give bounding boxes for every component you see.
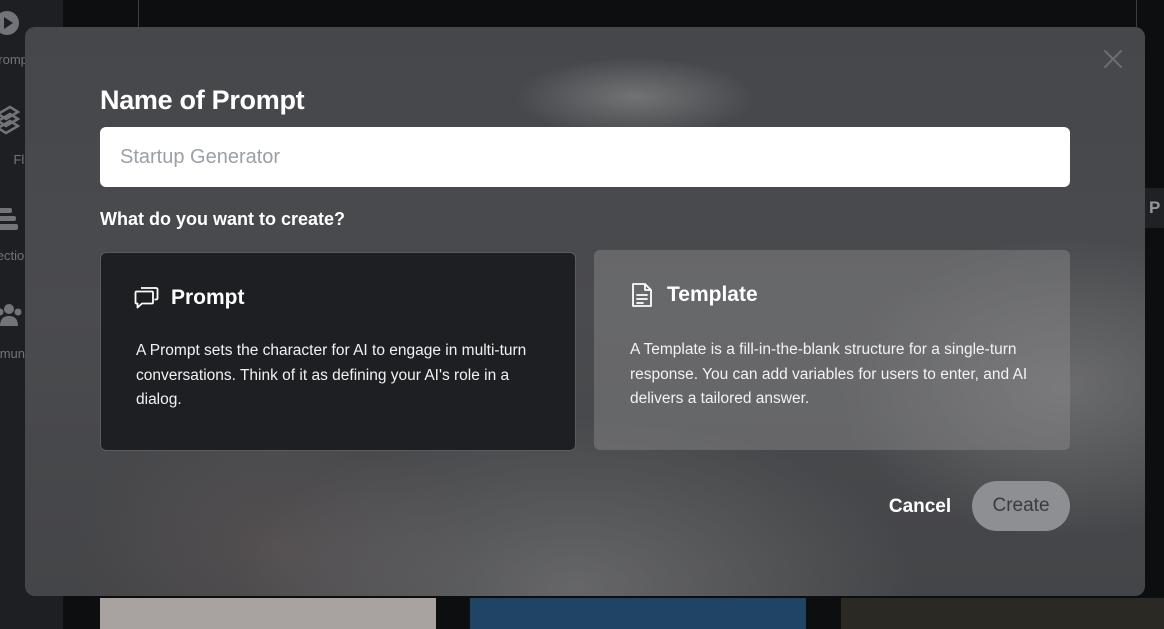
document-icon: [632, 283, 652, 307]
option-card-prompt[interactable]: Prompt A Prompt sets the character for A…: [100, 252, 576, 451]
option-card-header: Prompt: [133, 285, 245, 311]
dialog-title: Name of Prompt: [100, 85, 305, 115]
close-icon[interactable]: [1102, 48, 1124, 70]
option-card-description: A Prompt sets the character for AI to en…: [136, 342, 527, 408]
option-card-description: A Template is a fill-in-the-blank struct…: [630, 341, 1028, 407]
prompt-name-input[interactable]: [100, 127, 1070, 187]
option-card-title: Prompt: [171, 286, 245, 309]
option-card-header: Template: [629, 282, 758, 308]
app-stage: Prompts Flux Collections: [0, 0, 1164, 629]
option-card-title: Template: [667, 283, 758, 306]
chat-bubbles-icon: [134, 287, 159, 309]
cancel-button[interactable]: Cancel: [887, 482, 953, 532]
create-type-question: What do you want to create?: [100, 209, 346, 229]
create-button[interactable]: Create: [972, 481, 1070, 531]
option-card-template[interactable]: Template A Template is a fill-in-the-bla…: [594, 250, 1070, 450]
create-prompt-dialog: Name of Prompt What do you want to creat…: [25, 27, 1145, 596]
